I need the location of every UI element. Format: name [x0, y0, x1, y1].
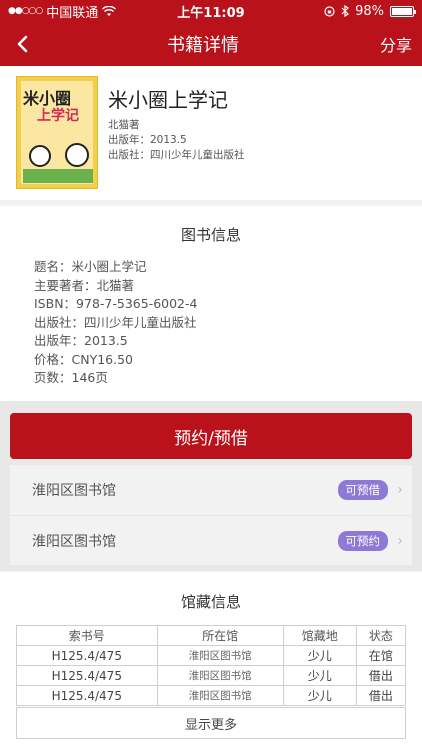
signal-strength-icon: ●●○○○: [8, 6, 43, 16]
wifi-icon: [102, 5, 117, 16]
carrier-name: 中国联通: [46, 5, 99, 21]
book-info-heading: 图书信息: [180, 226, 241, 244]
status-badge: 可预借: [337, 480, 388, 500]
info-title: 题名：米小圈上学记: [34, 259, 147, 274]
book-header: 米小圈 上学记 米小圈上学记 北猫著 出版年：2013.5 出版社：四川少年儿童…: [0, 66, 422, 200]
info-publisher: 出版社：四川少年儿童出版社: [34, 314, 197, 330]
library-name: 淮阳区图书馆: [32, 483, 116, 499]
info-price: 价格：CNY16.50: [34, 351, 133, 367]
holdings-card: 馆藏信息 索书号 所在馆 馆藏地 状态 H125.4/475 淮阳区图书馆 少儿…: [0, 572, 422, 750]
call-number: H125.4/475: [16, 665, 158, 686]
book-info-list: 题名：米小圈上学记 主要著者：北猫著 ISBN：978-7-5365-6002-…: [34, 258, 197, 388]
library-name: 淮阳区图书馆: [32, 533, 116, 550]
info-isbn: ISBN：978-7-5365-6002-4: [34, 296, 198, 311]
library-row[interactable]: 淮阳区图书馆 可预约 ›: [10, 515, 412, 565]
status-badge: 可预约: [337, 530, 388, 551]
bluetooth-icon: [341, 5, 350, 17]
share-button[interactable]: 分享: [362, 32, 422, 56]
table-row: H125.4/475 淮阳区图书馆 少儿 在馆: [16, 645, 407, 666]
chevron-right-icon: ›: [397, 482, 403, 498]
cover-character-boy: [29, 145, 51, 167]
back-button[interactable]: [0, 22, 44, 66]
book-info-card: 图书信息 题名：米小圈上学记 主要著者：北猫著 ISBN：978-7-5365-…: [0, 206, 422, 401]
location-cell: 少儿: [282, 665, 357, 686]
column-header: 状态: [355, 625, 407, 646]
battery-fill: [392, 7, 412, 15]
library-row[interactable]: 淮阳区图书馆 可预借 ›: [10, 465, 412, 515]
cover-desk: [23, 169, 93, 183]
holdings-table: 索书号 所在馆 馆藏地 状态 H125.4/475 淮阳区图书馆 少儿 在馆 H…: [16, 625, 407, 706]
reserve-borrow-button[interactable]: 预约/预借: [10, 413, 412, 459]
show-more-button[interactable]: 显示更多: [16, 707, 406, 739]
info-year: 出版年：2013.5: [34, 333, 128, 348]
column-header: 索书号: [16, 625, 158, 646]
table-row: H125.4/475 淮阳区图书馆 少儿 借出: [16, 685, 407, 706]
book-year: 出版年：2013.5: [108, 134, 187, 146]
status-cell: 在馆: [355, 645, 407, 666]
chevron-left-icon: [17, 35, 28, 53]
book-publisher: 出版社：四川少年儿童出版社: [108, 149, 245, 161]
location-cell: 少儿: [282, 645, 357, 666]
battery-icon: [390, 5, 416, 17]
book-title: 米小圈上学记: [108, 88, 228, 112]
status-bar: ●●○○○ 中国联通 上午11:09 98%: [0, 0, 422, 22]
status-left: ●●○○○ 中国联通: [8, 2, 158, 21]
status-cell: 借出: [355, 685, 407, 706]
table-header-row: 索书号 所在馆 馆藏地 状态: [16, 625, 407, 646]
info-author: 主要著者：北猫著: [34, 277, 135, 293]
column-header: 所在馆: [156, 625, 284, 646]
library-cell: 淮阳区图书馆: [156, 665, 284, 686]
book-cover-image: 米小圈 上学记: [16, 76, 98, 189]
battery-percent: 98%: [355, 3, 384, 19]
location-cell: 少儿: [282, 685, 357, 706]
holdings-heading: 馆藏信息: [180, 593, 241, 611]
page-title: 书籍详情: [167, 35, 239, 56]
library-cell: 淮阳区图书馆: [156, 685, 284, 706]
book-meta: 北猫著 出版年：2013.5 出版社：四川少年儿童出版社: [108, 118, 245, 163]
info-pages: 页数：146页: [34, 370, 108, 385]
table-row: H125.4/475 淮阳区图书馆 少儿 借出: [16, 665, 407, 686]
reserve-section: 预约/预借 淮阳区图书馆 可预借 › 淮阳区图书馆 可预约 ›: [0, 401, 422, 571]
status-time: 上午11:09: [177, 5, 245, 21]
rotation-lock-icon: [324, 5, 335, 17]
status-cell: 借出: [355, 665, 407, 686]
cover-subtitle-art: 上学记: [37, 108, 79, 124]
call-number: H125.4/475: [16, 645, 158, 666]
chevron-right-icon: ›: [397, 532, 403, 549]
book-author: 北猫著: [108, 119, 140, 131]
column-header: 馆藏地: [282, 625, 357, 646]
call-number: H125.4/475: [16, 685, 158, 706]
nav-bar: 书籍详情 分享: [0, 22, 422, 66]
status-right: 98%: [264, 3, 416, 19]
cover-character-girl: [65, 143, 89, 167]
library-cell: 淮阳区图书馆: [156, 645, 284, 666]
